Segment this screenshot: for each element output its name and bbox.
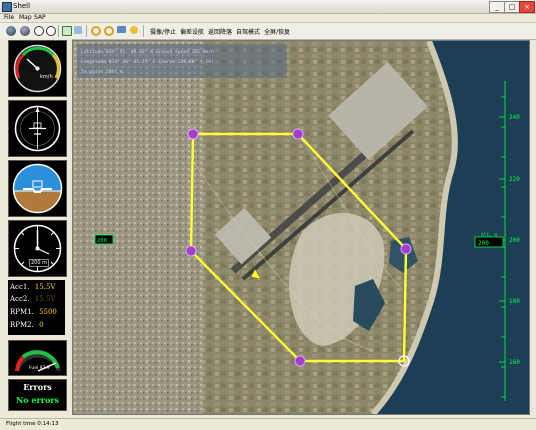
left-value: 200	[97, 238, 107, 244]
acc1-value: 15.5V	[34, 283, 56, 291]
acc2-label: Acc2.	[10, 295, 30, 303]
rpm2-value: 0	[39, 321, 44, 329]
fuel-gauge: Fuel 97.9	[8, 340, 67, 376]
waypoint-marker[interactable]	[400, 243, 412, 255]
satellite-icon[interactable]	[20, 26, 30, 36]
grid-icon[interactable]	[62, 26, 72, 36]
errors-panel: Errors No errors	[8, 379, 67, 411]
title-bar: Shell _ □ ×	[0, 0, 536, 14]
waypoint-marker[interactable]	[185, 245, 197, 257]
toolbar-separator	[86, 25, 87, 37]
minimize-button[interactable]: _	[489, 1, 505, 13]
rpm1-label: RPM1.	[10, 308, 34, 316]
waypoint-marker[interactable]	[187, 128, 199, 140]
route-icon[interactable]	[117, 26, 126, 33]
airspeed-unit: km/h	[40, 74, 53, 80]
loop-icon[interactable]	[104, 26, 114, 36]
return-land-button[interactable]: 返回降落	[208, 27, 232, 36]
toolbar-separator	[143, 25, 144, 37]
zoom-out-icon[interactable]	[46, 26, 56, 36]
menu-bar: File Map SAP	[0, 13, 536, 22]
menu-map[interactable]: Map	[19, 14, 32, 21]
errors-status: No errors	[15, 395, 59, 405]
app-icon	[2, 2, 12, 12]
nav-info-latitude: Latitude 034° 51' 48.83" N Ground speed …	[81, 49, 214, 55]
flight-time: Flight time 0:14:13	[6, 421, 59, 427]
fullscreen-button[interactable]: 全屏/恢复	[264, 27, 290, 36]
heading-indicator	[8, 100, 67, 157]
acc1-row: Acc1. 15.5V	[10, 283, 55, 291]
camera-toggle-button[interactable]: 摄像/停止	[150, 27, 176, 36]
nav-info-to-point: To point 2897 m	[81, 69, 123, 75]
rpm2-label: RPM2.	[10, 321, 34, 329]
fuel-label: Fuel 97.9	[29, 366, 50, 371]
map-view[interactable]: Latitude 034° 51' 48.83" N Ground speed …	[72, 40, 530, 415]
telemetry-readout: Acc1. 15.5V Acc2. 15.5V RPM1. 5500 RPM2.…	[8, 280, 65, 335]
waypoint-marker[interactable]	[292, 128, 304, 140]
sun-icon[interactable]	[130, 26, 138, 34]
airspeed-dial	[13, 44, 62, 93]
altimeter-dial	[13, 224, 62, 273]
zoom-in-icon[interactable]	[34, 26, 44, 36]
altitude-scale-tick-label: 220	[509, 176, 520, 183]
altitude-value: 200	[478, 240, 489, 247]
acc2-value: 15.5V	[34, 295, 56, 303]
instrument-panel: km/h 200 m Acc1. 15.5V Acc2. 15.5V RPM1.…	[0, 38, 72, 418]
waypoint-marker[interactable]	[294, 355, 306, 367]
window-title: Shell	[13, 2, 31, 10]
nav-info-longitude: Longitude 033° 36' 35.27" E Course 128.6…	[81, 59, 214, 65]
altimeter: 200 m	[8, 220, 67, 277]
menu-file[interactable]: File	[4, 14, 14, 21]
altitude-scale-tick-label: 200	[509, 237, 520, 244]
maximize-button[interactable]: □	[504, 1, 520, 13]
errors-title: Errors	[23, 382, 52, 392]
plane-icon[interactable]	[74, 26, 82, 34]
altimeter-readout: 200 m	[29, 259, 50, 267]
status-bar: Flight time 0:14:13	[0, 418, 536, 430]
close-button[interactable]: ×	[519, 1, 535, 13]
altitude-scale-tick-label: 180	[509, 298, 520, 305]
acc2-row: Acc2. 15.5V	[10, 295, 55, 303]
acc1-label: Acc1.	[10, 283, 30, 291]
toolbar: 摄像/停止 偏差设航 返回降落 自驾模式 全屏/恢复	[0, 22, 536, 40]
rpm2-row: RPM2. 0	[10, 321, 44, 329]
airspeed-gauge: km/h	[8, 40, 67, 97]
altitude-scale-tick-label: 240	[509, 114, 520, 121]
attitude-indicator	[8, 160, 67, 217]
toolbar-separator	[58, 25, 59, 37]
satellite-map[interactable]: Latitude 034° 51' 48.83" N Ground speed …	[73, 41, 529, 414]
offset-course-button[interactable]: 偏差设航	[180, 27, 204, 36]
heading-dial	[14, 105, 61, 152]
rpm1-value: 5500	[39, 308, 57, 316]
altitude-scale-tick-label: 160	[509, 359, 520, 366]
rpm1-row: RPM1. 5500	[10, 308, 57, 316]
globe-icon[interactable]	[6, 26, 16, 36]
autopilot-mode-button[interactable]: 自驾模式	[236, 27, 260, 36]
attitude-dial	[12, 163, 63, 214]
refresh-icon[interactable]	[91, 26, 101, 36]
menu-sap[interactable]: SAP	[34, 14, 46, 21]
